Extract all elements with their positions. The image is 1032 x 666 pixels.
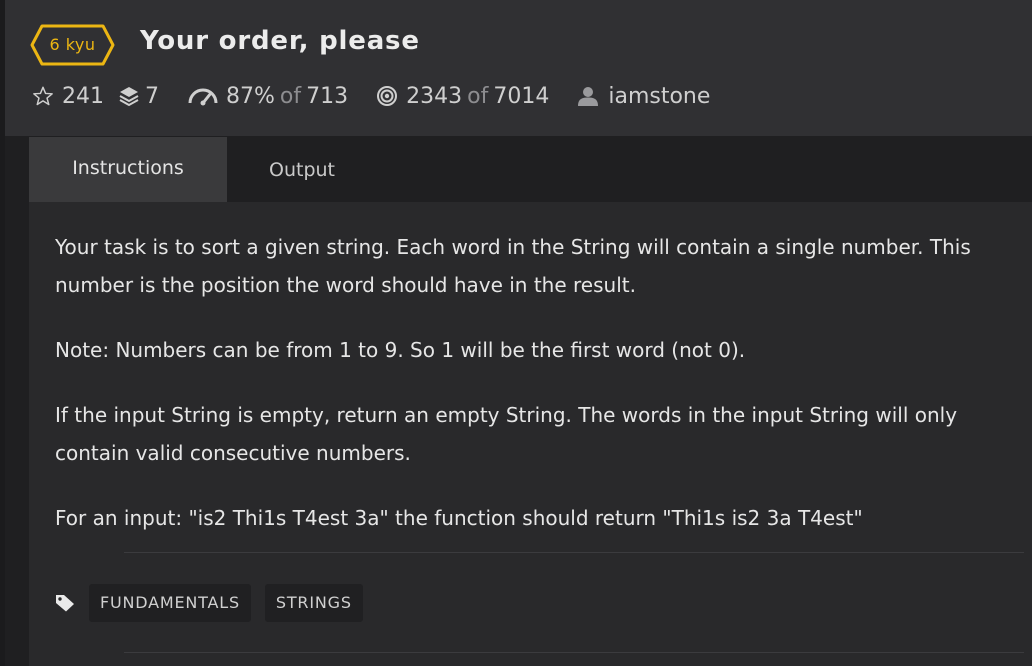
tag-list: FUNDAMENTALS STRINGS	[55, 584, 377, 622]
tag-icon	[56, 595, 74, 612]
tab-instructions[interactable]: Instructions	[29, 137, 227, 202]
completions-stat: 2343 of 7014	[376, 84, 549, 109]
attempted-count: 7014	[493, 83, 550, 109]
star-icon	[33, 86, 53, 106]
section-divider	[124, 552, 1024, 553]
kata-title: Your order, please	[140, 26, 420, 56]
satisfaction-of-label: of	[279, 83, 302, 109]
rank-label: 6 kyu	[49, 35, 96, 54]
satisfaction-percent: 87%	[226, 83, 275, 109]
tag-fundamentals[interactable]: FUNDAMENTALS	[89, 584, 251, 622]
description-paragraph: If the input String is empty, return an …	[55, 403, 958, 465]
author-name[interactable]: iamstone	[608, 84, 710, 109]
target-icon	[377, 86, 398, 106]
speedometer-icon	[188, 88, 218, 106]
description-paragraph: For an input: "is2 Thi1s T4est 3a" the f…	[55, 506, 863, 530]
description-paragraph: Note: Numbers can be from 1 to 9. So 1 w…	[55, 338, 746, 362]
tab-output[interactable]: Output	[227, 137, 377, 204]
kata-header: 6 kyu Your order, please 241 7 87% of 71…	[5, 0, 1032, 136]
user-icon	[578, 87, 599, 106]
rank-badge[interactable]: 6 kyu	[30, 24, 115, 66]
satisfaction-votes: 713	[306, 83, 349, 109]
satisfaction-stat: 87% of 713	[188, 84, 348, 109]
layers-icon	[119, 87, 139, 107]
tag-strings[interactable]: STRINGS	[264, 584, 363, 622]
collections-count: 7	[145, 83, 159, 109]
collections-stat[interactable]: 7	[119, 84, 159, 109]
kata-description: Your task is to sort a given string. Eac…	[55, 228, 1005, 564]
completed-count: 2343	[406, 83, 463, 109]
author-stat[interactable]: iamstone	[577, 84, 710, 109]
stars-count: 241	[62, 83, 104, 109]
description-paragraph: Your task is to sort a given string. Eac…	[55, 235, 971, 297]
instructions-panel: Your task is to sort a given string. Eac…	[29, 202, 1032, 666]
completions-of-label: of	[467, 83, 489, 109]
kata-tabs: Instructions Output	[29, 137, 377, 202]
kata-stats: 241 7 87% of 713 2343 of 7014 iamstone	[32, 80, 710, 112]
section-divider	[124, 652, 1024, 653]
stars-stat[interactable]: 241	[32, 84, 104, 109]
